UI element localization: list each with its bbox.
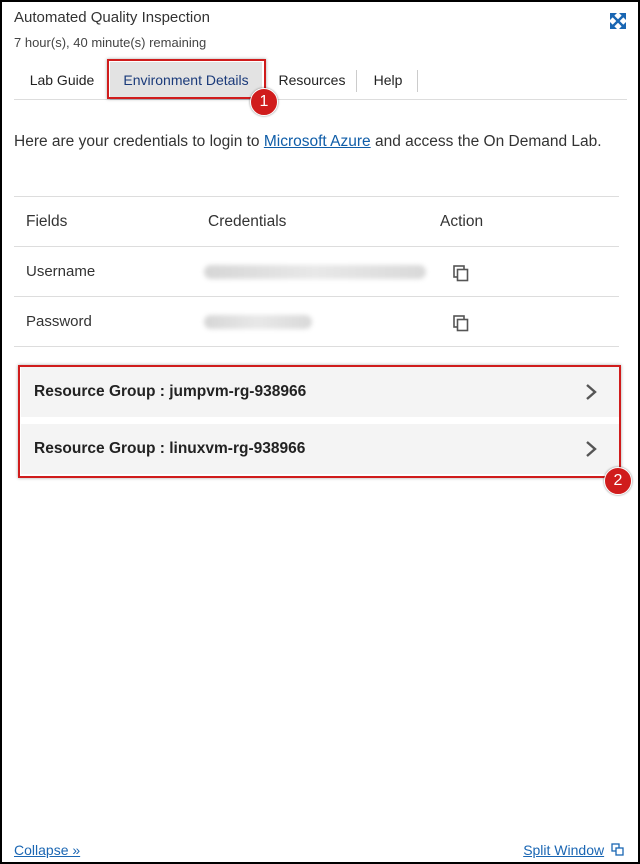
collapse-link[interactable]: Collapse » (14, 842, 80, 858)
tab-divider (417, 70, 418, 92)
field-username: Username (26, 263, 96, 280)
username-value-redacted (204, 247, 426, 297)
azure-link[interactable]: Microsoft Azure (264, 133, 371, 150)
field-password: Password (26, 313, 92, 330)
password-value-redacted (204, 297, 312, 347)
tab-help[interactable]: Help (360, 62, 416, 98)
tab-bar: Lab Guide Environment Details Resources … (14, 62, 627, 100)
tab-resources[interactable]: Resources (270, 62, 354, 98)
intro-before: Here are your credentials to login to (14, 133, 264, 150)
header-credentials: Credentials (208, 213, 287, 230)
tab-divider (356, 70, 357, 92)
highlight-box-1 (107, 59, 266, 99)
time-remaining: 7 hour(s), 40 minute(s) remaining (14, 35, 207, 50)
copy-icon[interactable] (452, 314, 470, 332)
split-window-label: Split Window (523, 842, 605, 858)
expand-arrows-icon[interactable] (609, 12, 627, 30)
credentials-table: Fields Credentials Action Username Passw… (14, 196, 619, 347)
table-row-username: Username (14, 247, 619, 297)
header-action: Action (440, 213, 484, 230)
split-window-icon (611, 843, 624, 856)
intro-after: and access the On Demand Lab. (370, 133, 602, 150)
table-row-password: Password (14, 297, 619, 347)
tab-lab-guide[interactable]: Lab Guide (16, 62, 108, 98)
lab-panel: Automated Quality Inspection 7 hour(s), … (0, 0, 640, 864)
header-fields: Fields (26, 213, 68, 230)
split-window-link[interactable]: Split Window (523, 842, 624, 858)
tab-label: Help (373, 72, 403, 88)
tab-label: Lab Guide (29, 72, 95, 88)
intro-text: Here are your credentials to login to Mi… (14, 133, 602, 151)
copy-icon[interactable] (452, 264, 470, 282)
lab-title: Automated Quality Inspection (14, 9, 210, 26)
step-badge-2: 2 (604, 467, 632, 495)
highlight-box-2 (18, 365, 621, 478)
table-header-row: Fields Credentials Action (14, 197, 619, 247)
step-badge-1: 1 (250, 88, 278, 116)
tab-label: Resources (278, 72, 346, 88)
